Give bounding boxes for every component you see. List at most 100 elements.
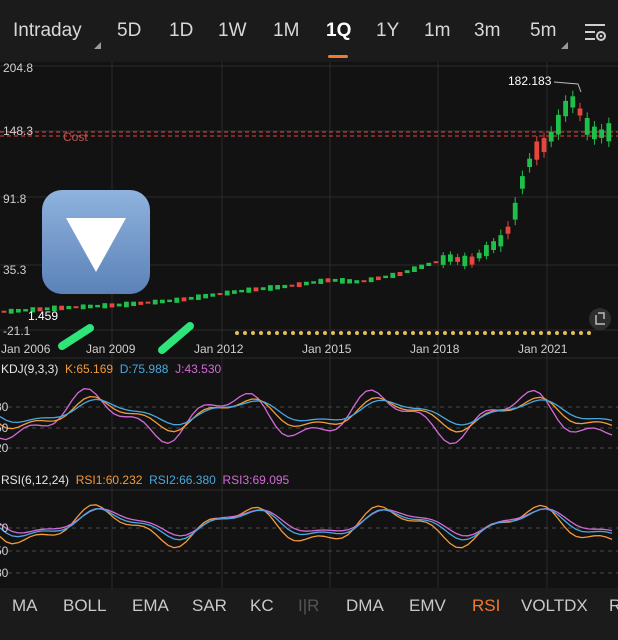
kdj-title: KDJ(9,3,3) bbox=[1, 362, 59, 376]
candle bbox=[16, 308, 21, 313]
candle bbox=[66, 305, 72, 310]
candle bbox=[80, 304, 86, 310]
candle bbox=[73, 306, 79, 309]
candle bbox=[296, 282, 302, 288]
tab-1min[interactable]: 1m bbox=[424, 20, 450, 42]
vertical-gridlines bbox=[111, 62, 548, 588]
high-price-label: 182.183 bbox=[508, 74, 552, 88]
date-axis-label: Jan 2006 bbox=[1, 342, 51, 356]
indicator-tab-ema[interactable]: EMA bbox=[132, 596, 169, 616]
candle bbox=[174, 297, 180, 303]
candle bbox=[347, 279, 352, 284]
rsi-header[interactable]: RSI(6,12,24) RSI1:60.232 RSI2:66.380 RSI… bbox=[1, 473, 289, 487]
indicator-tab-boll[interactable]: BOLL bbox=[63, 596, 106, 616]
candle bbox=[95, 304, 100, 308]
candle bbox=[246, 287, 252, 293]
candle bbox=[340, 278, 345, 284]
rsi3-value: RSI3:69.095 bbox=[222, 473, 290, 487]
kdj-level-label: 20 bbox=[0, 441, 9, 455]
price-axis-label: 35.3 bbox=[3, 263, 27, 277]
tab-1w[interactable]: 1W bbox=[218, 20, 247, 42]
kdj-d-value: D:75.988 bbox=[119, 362, 169, 376]
candle bbox=[239, 289, 244, 293]
price-axis-label: -21.1 bbox=[3, 324, 31, 338]
candle bbox=[433, 261, 439, 264]
rsi2-value: RSI2:66.380 bbox=[149, 473, 216, 487]
rsi-panel bbox=[0, 489, 618, 574]
settings-sliders-icon[interactable] bbox=[583, 20, 607, 44]
kdj-d-line bbox=[0, 398, 613, 426]
tab-5d[interactable]: 5D bbox=[117, 20, 141, 42]
expand-icon[interactable] bbox=[589, 308, 611, 330]
indicator-toolbar: MA BOLL EMA SAR KC I|R DMA EMV RSI VOLTD… bbox=[0, 588, 618, 640]
rsi3-line bbox=[0, 507, 613, 537]
candle bbox=[404, 270, 410, 273]
rsi1-value: RSI1:60.232 bbox=[75, 473, 143, 487]
candle bbox=[289, 284, 295, 287]
kdj-j-value: J:43.530 bbox=[175, 362, 222, 376]
candle bbox=[124, 301, 129, 308]
candle bbox=[304, 281, 309, 286]
indicator-tab-voltdx[interactable]: VOLTDX bbox=[521, 596, 588, 616]
tab-intraday[interactable]: Intraday bbox=[13, 20, 82, 42]
candle bbox=[412, 266, 417, 272]
cost-label: Cost bbox=[63, 130, 88, 144]
candle bbox=[332, 278, 338, 282]
candle bbox=[325, 278, 331, 283]
tab-5min[interactable]: 5m bbox=[530, 20, 556, 42]
candle bbox=[109, 303, 115, 308]
kdj-k-value: K:65.169 bbox=[65, 362, 114, 376]
candle bbox=[8, 308, 14, 314]
candle bbox=[232, 290, 237, 294]
candle bbox=[188, 296, 194, 300]
rsi2-line bbox=[0, 508, 613, 541]
indicator-tab-ma[interactable]: MA bbox=[12, 596, 38, 616]
kdj-k-line bbox=[0, 395, 613, 433]
rsi-level-label: 30 bbox=[0, 566, 9, 580]
indicator-tab-r[interactable]: R bbox=[609, 596, 618, 616]
candle bbox=[196, 294, 201, 301]
date-axis-label: Jan 2018 bbox=[410, 342, 460, 356]
kdj-header[interactable]: KDJ(9,3,3) K:65.169 D:75.988 J:43.530 bbox=[1, 362, 221, 376]
candle bbox=[116, 303, 122, 307]
chart-area[interactable] bbox=[0, 62, 618, 588]
tab-3min[interactable]: 3m bbox=[474, 20, 500, 42]
indicator-tab-dma[interactable]: DMA bbox=[346, 596, 384, 616]
candle bbox=[152, 299, 158, 305]
low-price-label: 1.459 bbox=[28, 309, 59, 323]
rsi-level-label: 70 bbox=[0, 521, 9, 535]
candle bbox=[361, 280, 367, 283]
high-marker-leader bbox=[553, 81, 582, 93]
indicator-tab-sar[interactable]: SAR bbox=[192, 596, 227, 616]
candle bbox=[426, 262, 432, 266]
price-axis-label: 204.8 bbox=[3, 61, 34, 75]
active-tab-indicator bbox=[328, 55, 348, 58]
candle bbox=[268, 285, 273, 291]
candle bbox=[282, 284, 288, 289]
candle bbox=[160, 299, 165, 304]
kdj-panel bbox=[0, 388, 618, 449]
candle bbox=[311, 281, 316, 284]
tab-1m[interactable]: 1M bbox=[273, 20, 299, 42]
candle bbox=[275, 285, 280, 290]
candle bbox=[217, 293, 223, 295]
tab-1q[interactable]: 1Q bbox=[326, 20, 351, 42]
price-axis-label: 148.3 bbox=[3, 124, 34, 138]
candle bbox=[253, 287, 259, 292]
rsi-title: RSI(6,12,24) bbox=[1, 473, 70, 487]
candle bbox=[145, 301, 151, 304]
dropdown-caret-icon bbox=[561, 42, 568, 49]
candle bbox=[368, 277, 374, 283]
indicator-tab-ir[interactable]: I|R bbox=[298, 596, 319, 616]
candle bbox=[131, 301, 136, 307]
down-arrow-button-icon[interactable] bbox=[42, 190, 150, 294]
indicator-tab-rsi[interactable]: RSI bbox=[472, 596, 500, 616]
indicator-tab-emv[interactable]: EMV bbox=[409, 596, 446, 616]
tab-1d[interactable]: 1D bbox=[169, 20, 193, 42]
candle bbox=[376, 276, 381, 281]
candle bbox=[224, 290, 230, 296]
kdj-level-label: 80 bbox=[0, 400, 9, 414]
indicator-tab-kc[interactable]: KC bbox=[250, 596, 274, 616]
tab-1y[interactable]: 1Y bbox=[376, 20, 399, 42]
candle bbox=[59, 305, 64, 311]
